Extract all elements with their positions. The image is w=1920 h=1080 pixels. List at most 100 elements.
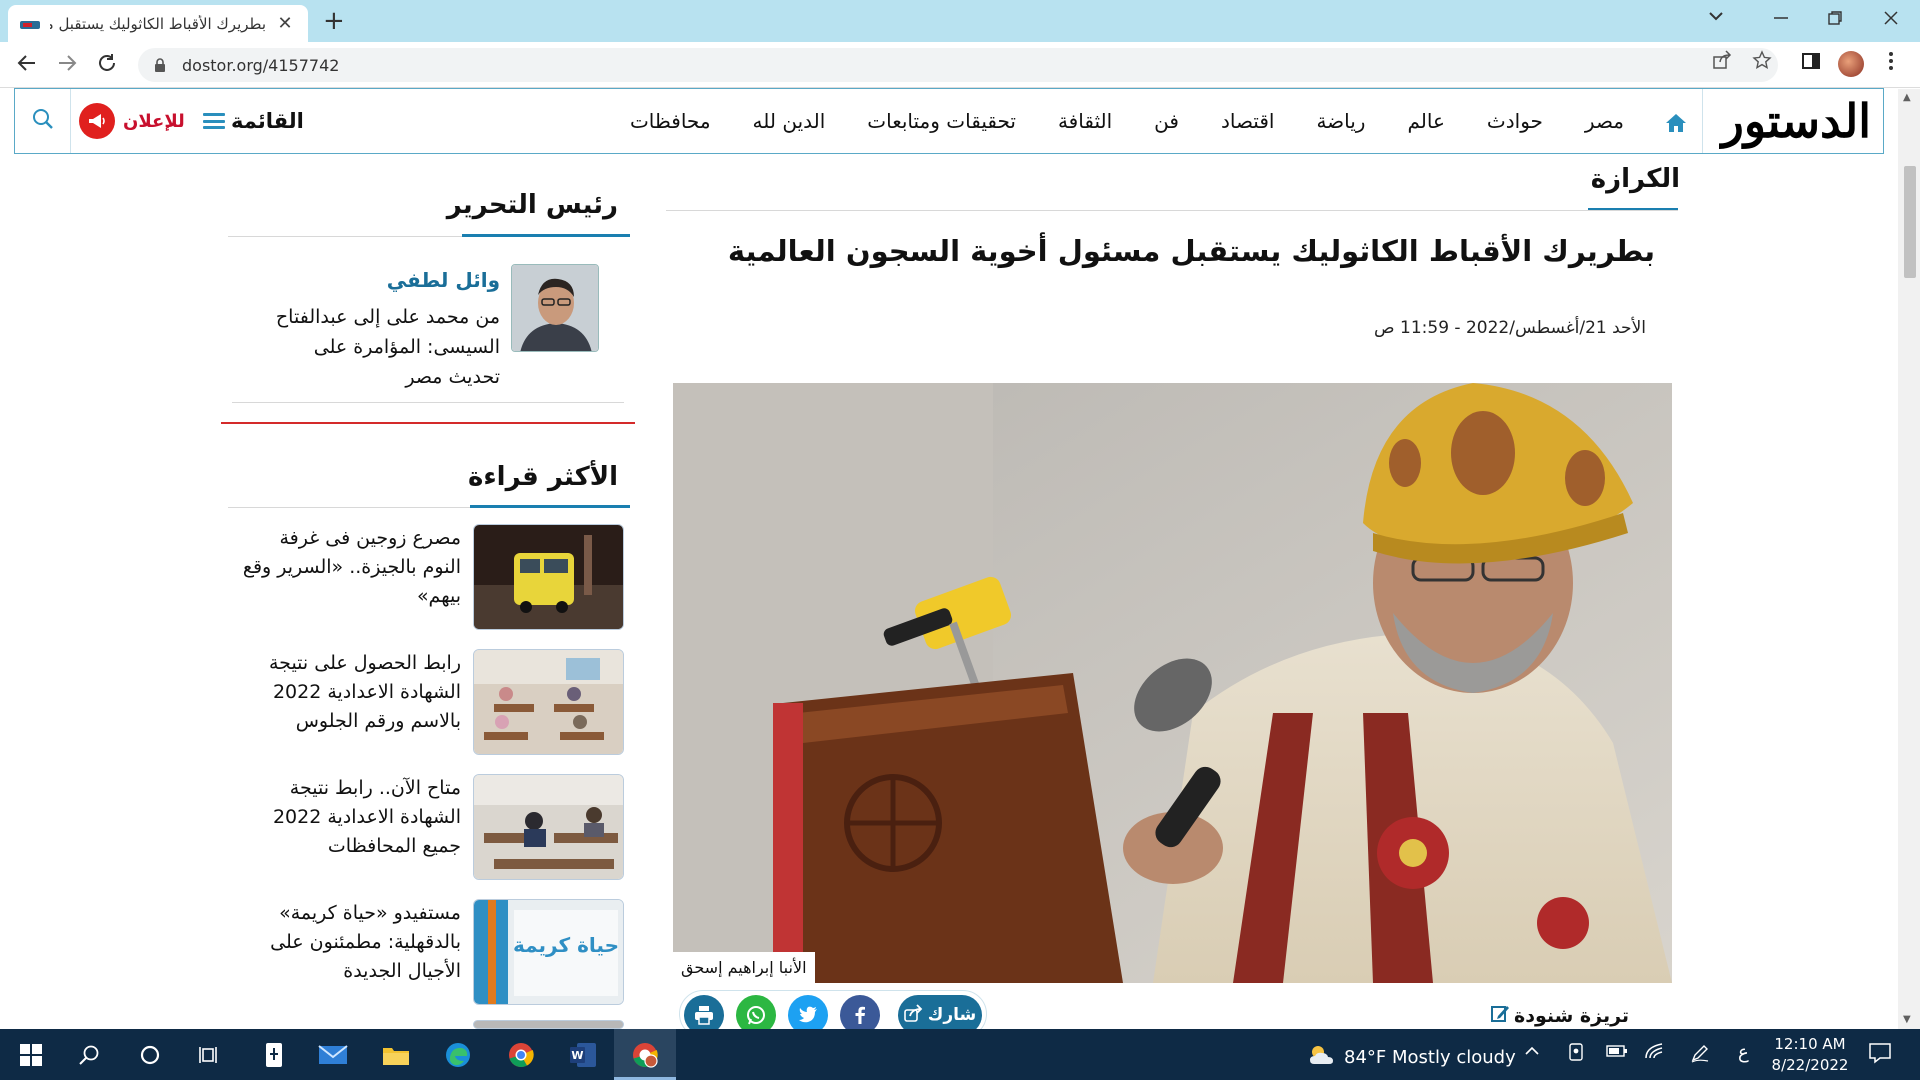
chrome-icon[interactable] (506, 1040, 536, 1070)
windows-taskbar: W 84°F Mostly cloudy ع 12:10 AM 8/22/202… (0, 1029, 1920, 1080)
wifi-icon[interactable] (1644, 1043, 1664, 1063)
nav-item-culture[interactable]: الثقافة (1037, 109, 1133, 133)
menu-label: القائمة (231, 109, 304, 133)
keyboard-language[interactable]: ع (1738, 1042, 1749, 1063)
chrome-profile-icon[interactable] (630, 1040, 660, 1070)
close-window-icon[interactable] (1882, 8, 1900, 32)
editor-article-link[interactable]: من محمد على إلى عبدالفتاح السيسى: المؤام… (260, 302, 500, 392)
article-photo (673, 383, 1672, 983)
clock-time: 12:10 AM (1774, 1035, 1846, 1053)
nav-item-governorates[interactable]: محافظات (609, 109, 732, 133)
most-read-item[interactable]: رابط الحصول على نتيجة الشهادة الاعدادية … (236, 649, 624, 757)
forward-arrow-icon[interactable] (56, 52, 78, 80)
notifications-icon[interactable] (1868, 1042, 1892, 1068)
editor-name[interactable]: وائل لطفي (300, 268, 500, 292)
url-text: dostor.org/4157742 (182, 55, 340, 75)
advertise-label: للإعلان (123, 110, 185, 132)
taskbar-search-icon[interactable] (74, 1040, 104, 1070)
reload-icon[interactable] (96, 52, 118, 80)
photo-caption: الأنبا إبراهيم إسحق (673, 952, 815, 983)
cortana-icon[interactable] (135, 1040, 165, 1070)
word-icon[interactable]: W (568, 1040, 598, 1070)
most-read-text: رابط الحصول على نتيجة الشهادة الاعدادية … (269, 652, 461, 732)
home-icon[interactable] (1665, 113, 1687, 133)
new-tab-button[interactable]: + (323, 8, 345, 34)
share-page-icon[interactable] (1712, 50, 1732, 75)
address-bar[interactable]: dostor.org/4157742 (138, 48, 1778, 82)
most-read-item[interactable]: متاح الآن.. رابط نتيجة الشهادة الاعدادية… (236, 774, 624, 882)
site-search-button[interactable] (15, 89, 71, 153)
nav-item-economy[interactable]: اقتصاد (1200, 109, 1296, 133)
restore-icon[interactable] (1826, 8, 1844, 32)
nav-item-religion[interactable]: الدين لله (732, 109, 847, 133)
most-read-thumb (473, 1020, 624, 1029)
tray-overflow-chevron-icon[interactable] (1524, 1043, 1540, 1063)
hamburger-icon (203, 113, 225, 129)
pen-workspace-icon[interactable] (1690, 1043, 1710, 1067)
most-read-thumb (473, 524, 624, 630)
bookmark-star-icon[interactable] (1752, 50, 1772, 75)
advertise-button[interactable]: للإعلان (79, 89, 185, 153)
svg-text:W: W (571, 1049, 583, 1062)
weather-widget[interactable]: 84°F Mostly cloudy (1306, 1043, 1516, 1072)
article-date: الأحد 21/أغسطس/2022 - 11:59 ص (1374, 318, 1646, 338)
editor-photo[interactable] (511, 264, 599, 352)
back-arrow-icon[interactable] (16, 52, 38, 80)
nav-item-investigations[interactable]: تحقيقات ومتابعات (846, 109, 1037, 133)
browser-tab[interactable]: بطريرك الأقباط الكاثوليك يستقبل مسئول ✕ (8, 5, 308, 42)
site-favicon-icon (20, 17, 40, 31)
scroll-up-arrow-icon[interactable]: ▲ (1903, 92, 1911, 103)
megaphone-icon (79, 103, 115, 139)
meet-now-icon[interactable] (1568, 1043, 1584, 1065)
site-logo[interactable]: الدستور (1722, 93, 1871, 149)
share-label: شارك (927, 1005, 977, 1025)
most-read-text: متاح الآن.. رابط نتيجة الشهادة الاعدادية… (272, 777, 461, 857)
windows-start-icon[interactable] (16, 1040, 46, 1070)
side-panel-icon[interactable] (1802, 51, 1820, 75)
share-arrow-icon (903, 1003, 924, 1027)
header-divider (1702, 89, 1703, 153)
article-headline: بطريرك الأقباط الكاثوليك يستقبل مسئول أخ… (727, 234, 1655, 268)
nav-item-accidents[interactable]: حوادث (1466, 109, 1564, 133)
editor-bottom-divider (232, 402, 624, 403)
section-label[interactable]: الكرازة (1580, 164, 1680, 194)
most-read-title: الأكثر قراءة (468, 462, 618, 492)
browser-toolbar: dostor.org/4157742 (0, 42, 1920, 88)
system-clock[interactable]: 12:10 AM 8/22/2022 (1762, 1034, 1858, 1076)
nav-item-world[interactable]: عالم (1386, 109, 1465, 133)
partly-cloudy-icon (1306, 1043, 1336, 1072)
most-read-item[interactable]: حياة كريمة مستفيدو «حياة كريمة» بالدقهلي… (236, 899, 624, 1007)
most-read-item[interactable]: مصرع زوجين فى غرفة النوم بالجيزة.. «السر… (236, 524, 624, 632)
nav-item-egypt[interactable]: مصر (1564, 109, 1645, 133)
most-read-thumb (473, 649, 624, 755)
main-nav: مصر حوادث عالم رياضة اقتصاد فن الثقافة ت… (609, 89, 1645, 153)
battery-icon[interactable] (1606, 1043, 1628, 1062)
nav-item-sports[interactable]: رياضة (1295, 109, 1386, 133)
search-icon (32, 108, 54, 134)
menu-button[interactable]: القائمة (203, 89, 304, 153)
chrome-menu-icon[interactable] (1888, 51, 1894, 76)
scroll-down-arrow-icon[interactable]: ▼ (1903, 1014, 1911, 1025)
profile-avatar[interactable] (1838, 51, 1864, 77)
tab-close-icon[interactable]: ✕ (274, 13, 296, 34)
most-read-underline (470, 505, 630, 508)
edge-browser-icon[interactable] (443, 1040, 473, 1070)
file-explorer-icon[interactable] (381, 1040, 411, 1070)
most-read-item-partial[interactable] (236, 1020, 624, 1029)
author-name: تريزة شنودة (1514, 1004, 1630, 1027)
task-view-icon[interactable] (195, 1040, 225, 1070)
section-divider (666, 210, 1678, 211)
nav-item-art[interactable]: فن (1133, 109, 1200, 133)
editor-title-underline (462, 234, 630, 237)
most-read-text: مصرع زوجين فى غرفة النوم بالجيزة.. «السر… (242, 527, 461, 607)
sidebar-red-divider (221, 422, 635, 424)
lock-icon[interactable] (154, 58, 166, 72)
editor-section-title: رئيس التحرير (446, 190, 618, 220)
tab-search-chevron-icon[interactable] (1707, 6, 1725, 30)
minimize-icon[interactable] (1772, 8, 1790, 32)
mail-icon[interactable] (318, 1040, 348, 1070)
phone-app-icon[interactable] (259, 1040, 289, 1070)
scrollbar-thumb[interactable] (1904, 166, 1916, 278)
author-line[interactable]: تريزة شنودة (1490, 1003, 1678, 1028)
pen-icon (1490, 1003, 1510, 1028)
